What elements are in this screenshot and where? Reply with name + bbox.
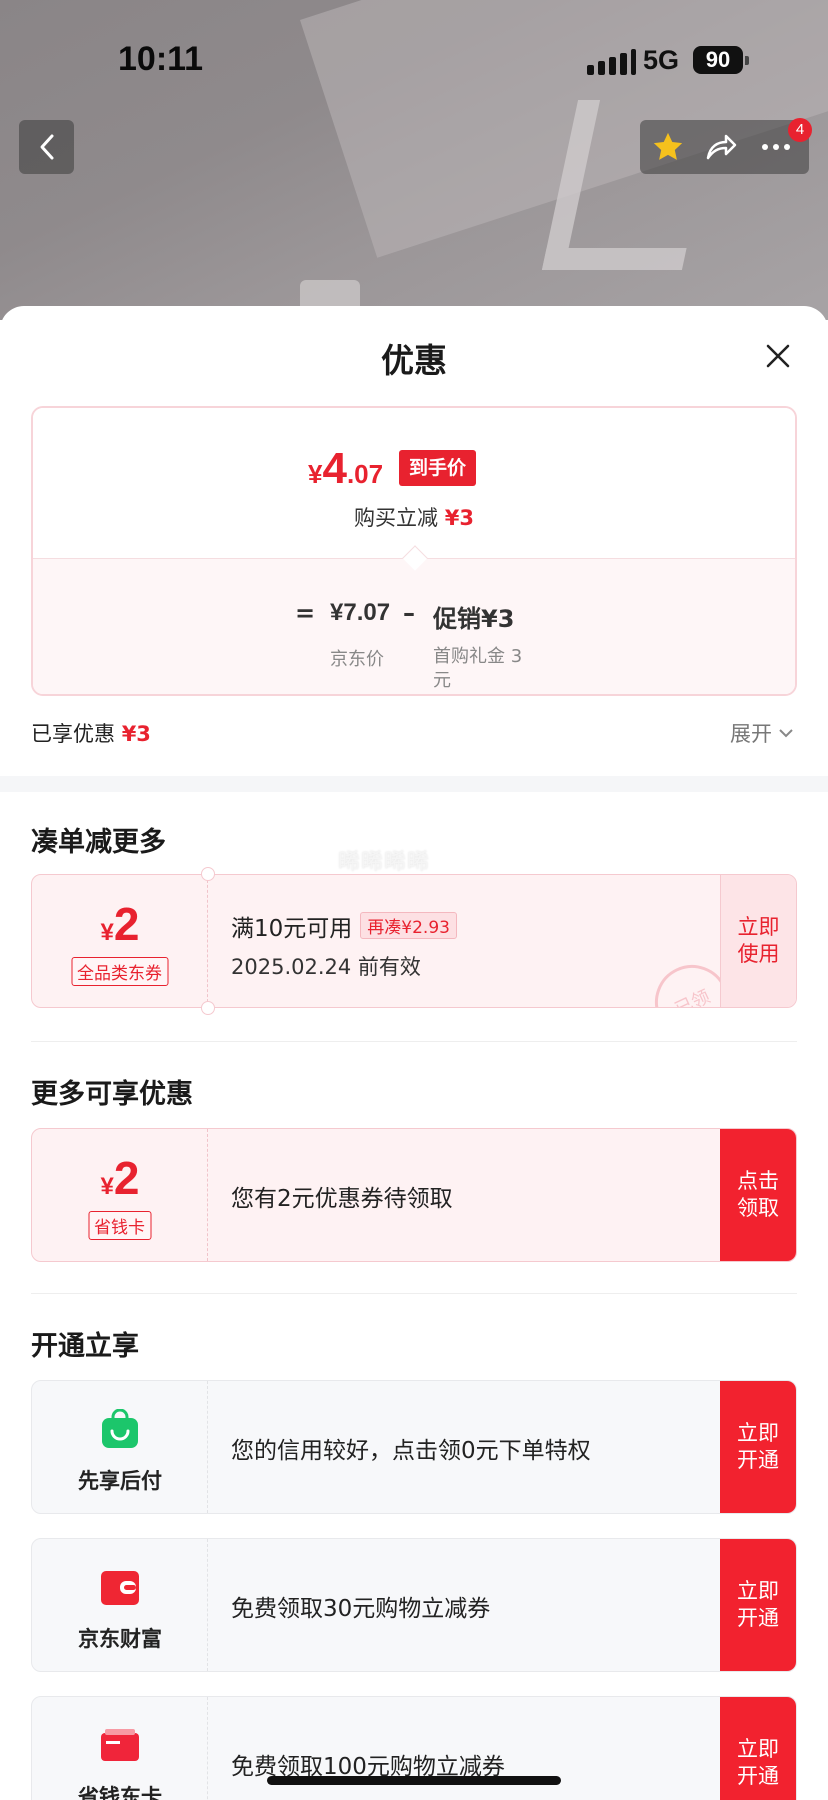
service-description: 您的信用较好，点击领0元下单特权: [231, 1438, 591, 1464]
activate-button[interactable]: 立即开通: [720, 1381, 796, 1513]
reduce-value: ¥3: [444, 506, 474, 530]
back-icon: [40, 134, 53, 160]
card-icon: [101, 1729, 139, 1761]
star-icon: [653, 132, 683, 160]
service-description: 免费领取30元购物立减券: [231, 1596, 491, 1622]
divider: [31, 1293, 797, 1294]
jd-price-label: 京东价: [330, 649, 384, 670]
final-price-box: ¥4.07 到手价 购买立减 ¥3 = ¥7.07 – 促销¥3 京东价 首购礼…: [31, 406, 797, 696]
more-icon: [762, 144, 790, 150]
coupon-condition: 满10元可用 再凑¥2.93: [231, 909, 457, 943]
reduce-line: 购买立减 ¥3: [33, 502, 795, 532]
section-title-more: 更多可享优惠: [31, 1079, 193, 1110]
status-time: 10:11: [118, 40, 204, 78]
claim-button[interactable]: 点击领取: [720, 1129, 796, 1261]
coupon-amount: ¥2: [100, 898, 140, 950]
service-brand: 先享后付: [32, 1381, 208, 1513]
service-card-jd-wealth: 京东财富 免费领取30元购物立减券 立即开通: [31, 1538, 797, 1672]
service-name: 京东财富: [78, 1627, 162, 1651]
top-action-bar: [640, 120, 809, 174]
coupon-card-jd: ¥2 全品类东券 满10元可用 再凑¥2.93 2025.02.24 前有效 已领…: [31, 874, 797, 1008]
minus-sign: –: [403, 599, 415, 627]
coupon-cut-top: [201, 867, 215, 881]
home-indicator[interactable]: [267, 1776, 561, 1785]
battery-icon: 90: [693, 46, 743, 74]
back-button[interactable]: [19, 120, 74, 174]
promo-value: 促销¥3: [433, 605, 515, 633]
coupon-type-tag: 省钱卡: [88, 1211, 151, 1240]
service-card-pay-later: 先享后付 您的信用较好，点击领0元下单特权 立即开通: [31, 1380, 797, 1514]
enjoyed-discount: 已享优惠 ¥3: [31, 718, 151, 748]
equals-sign: =: [295, 599, 316, 627]
final-price: ¥4.07: [308, 444, 384, 493]
final-price-section: ¥4.07 到手价 购买立减 ¥3: [33, 408, 795, 558]
activate-label: 立即开通: [737, 1737, 779, 1788]
message-count-badge: 4: [788, 118, 812, 142]
enjoyed-label: 已享优惠: [31, 722, 115, 746]
activate-label: 立即开通: [737, 1579, 779, 1630]
favorite-button[interactable]: [650, 129, 686, 165]
section-separator: [0, 776, 828, 792]
coupon-cut-bottom: [201, 1001, 215, 1015]
activate-button[interactable]: 立即开通: [720, 1539, 796, 1671]
coupon-amount: ¥2: [100, 1152, 140, 1204]
coupon-type-tag: 全品类东券: [71, 957, 168, 986]
signal-icon: [587, 49, 636, 75]
coupon-value-area: ¥2 全品类东券: [32, 875, 208, 1007]
chevron-down-icon: [779, 729, 793, 738]
bag-icon: [102, 1409, 138, 1448]
expand-button[interactable]: 展开: [730, 718, 794, 748]
final-price-tag: 到手价: [399, 450, 477, 486]
service-brand: 京东财富: [32, 1539, 208, 1671]
section-title-bundle: 凑单减更多: [31, 827, 166, 858]
use-now-label: 立即使用: [737, 915, 780, 966]
wallet-icon: [101, 1571, 139, 1605]
coupon-value-area: ¥2 省钱卡: [32, 1129, 208, 1261]
network-type: 5G: [643, 45, 680, 75]
share-icon: [706, 134, 737, 160]
discount-sheet: 优惠 ¥4.07 到手价 购买立减 ¥3 = ¥7.07 – 促销¥3 京东价 …: [0, 306, 828, 1800]
activate-label: 立即开通: [737, 1421, 779, 1472]
price-formula-section: = ¥7.07 – 促销¥3 京东价 首购礼金 3元: [33, 558, 795, 694]
activate-button[interactable]: 立即开通: [720, 1697, 796, 1800]
service-name: 省钱东卡: [78, 1785, 162, 1800]
close-button[interactable]: [760, 338, 796, 374]
jd-price-value: ¥7.07: [330, 599, 391, 626]
battery-cap: [745, 56, 749, 65]
enjoyed-value: ¥3: [121, 722, 151, 746]
section-title-activate: 开通立享: [31, 1331, 139, 1362]
again-add-tag: 再凑¥2.93: [360, 912, 457, 939]
coupon-description: 您有2元优惠券待领取: [231, 1186, 453, 1212]
sheet-title: 优惠: [381, 341, 447, 380]
close-icon: [766, 344, 790, 368]
watermark-text: 晞晞晞晞: [338, 850, 431, 875]
coupon-expiry: 2025.02.24 前有效: [231, 955, 421, 979]
expand-label: 展开: [730, 722, 772, 746]
service-brand: 省钱东卡: [32, 1697, 208, 1800]
claim-label: 点击领取: [737, 1169, 779, 1220]
status-bar: 10:11 5G 90: [0, 0, 828, 100]
service-name: 先享后付: [78, 1469, 162, 1493]
reduce-label: 购买立减: [354, 506, 439, 530]
promo-label: 首购礼金 3元: [433, 646, 523, 691]
share-button[interactable]: [703, 129, 739, 165]
coupon-card-savings: ¥2 省钱卡 您有2元优惠券待领取 点击领取: [31, 1128, 797, 1262]
divider: [31, 1041, 797, 1042]
use-now-button[interactable]: 立即使用: [720, 875, 796, 1007]
